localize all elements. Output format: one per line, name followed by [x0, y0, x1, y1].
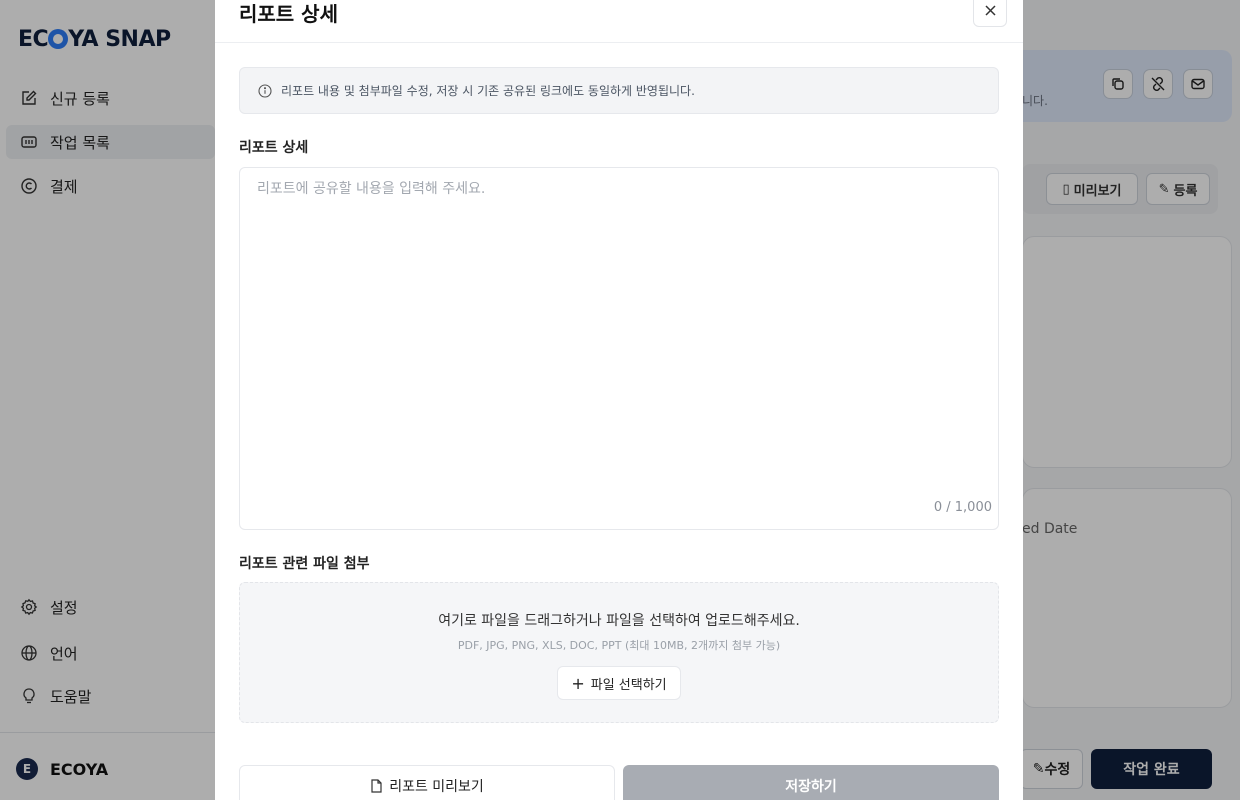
notice-text: 리포트 내용 및 첨부파일 수정, 저장 시 기존 공유된 링크에도 동일하게 …	[281, 84, 695, 98]
select-file-label: 파일 선택하기	[590, 677, 667, 693]
close-icon	[984, 4, 996, 16]
notice-banner: 리포트 내용 및 첨부파일 수정, 저장 시 기존 공유된 링크에도 동일하게 …	[239, 67, 999, 114]
modal-title: 리포트 상세	[239, 2, 338, 26]
dropzone-text: 여기로 파일을 드래그하거나 파일을 선택하여 업로드해주세요.	[438, 613, 800, 629]
report-preview-button[interactable]: 리포트 미리보기	[239, 765, 615, 800]
attachment-label: 리포트 관련 파일 첨부	[239, 556, 370, 572]
plus-icon: +	[571, 673, 585, 693]
close-button[interactable]	[973, 0, 1007, 27]
save-label: 저장하기	[785, 779, 837, 795]
report-preview-label: 리포트 미리보기	[389, 779, 484, 795]
report-detail-modal: 리포트 상세 리포트 내용 및 첨부파일 수정, 저장 시 기존 공유된 링크에…	[215, 0, 1023, 800]
file-dropzone[interactable]: 여기로 파일을 드래그하거나 파일을 선택하여 업로드해주세요. PDF, JP…	[239, 582, 999, 723]
save-button[interactable]: 저장하기	[623, 765, 999, 800]
report-detail-label: 리포트 상세	[239, 140, 309, 156]
dropzone-hint: PDF, JPG, PNG, XLS, DOC, PPT (최대 10MB, 2…	[457, 639, 781, 652]
select-file-button[interactable]: + 파일 선택하기	[557, 666, 681, 700]
info-icon	[258, 83, 272, 98]
modal-header-divider	[215, 42, 1023, 43]
character-counter: 0 / 1,000	[933, 500, 992, 515]
report-detail-box: 0 / 1,000	[239, 167, 999, 530]
document-icon	[371, 779, 382, 793]
report-detail-textarea[interactable]	[240, 168, 998, 529]
